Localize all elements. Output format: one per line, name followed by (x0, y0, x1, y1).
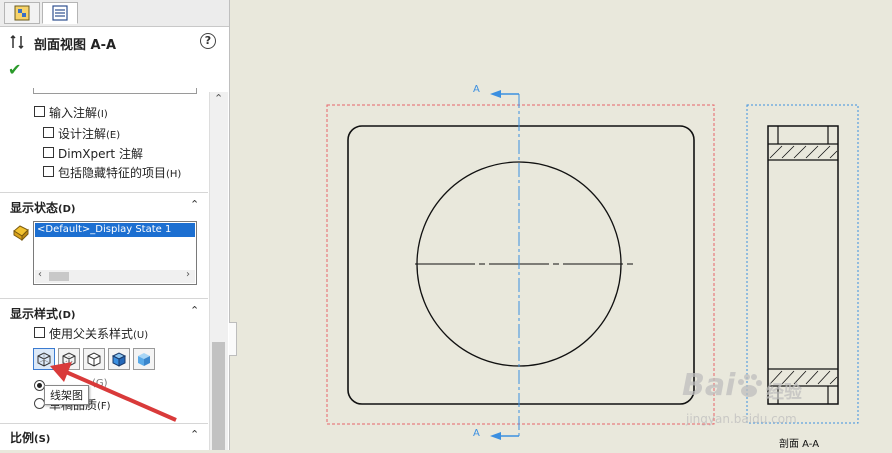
collapse-chevron-icon[interactable]: ⌃ (190, 428, 199, 441)
drawing-canvas[interactable]: A A 剖面 A-A Bai 经验 jingyan.baidu.com (230, 0, 892, 450)
section-view-caption: 剖面 A-A (779, 439, 820, 450)
part-outline (347, 125, 695, 405)
hatch-top (769, 145, 838, 159)
watermark-brand: Bai (682, 368, 736, 403)
divider (0, 423, 208, 424)
watermark-suffix: 经验 (766, 382, 802, 403)
property-manager-panel: 剖面视图 A-A ? ✔ ⌃ 输入注解(I) 设计注解(E) DimXpert … (0, 0, 230, 450)
watermark-url: jingyan.baidu.com (686, 412, 797, 426)
scale-header[interactable]: 比例(S) (10, 429, 50, 446)
paw-logo-icon (738, 374, 762, 397)
section-arrow-top-head (490, 90, 501, 98)
section-arrow-bottom-head (490, 432, 501, 440)
section-label-bottom: A (473, 428, 480, 439)
pointer-arrow (50, 362, 177, 422)
section-label-top: A (473, 84, 480, 95)
section-body (767, 125, 839, 405)
